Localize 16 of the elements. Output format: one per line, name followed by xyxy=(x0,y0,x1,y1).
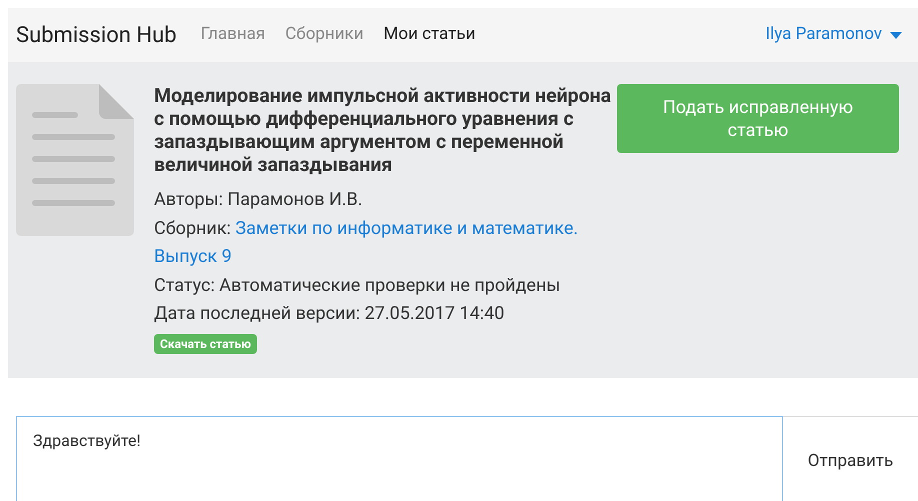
message-field[interactable]: Здравствуйте! xyxy=(16,416,783,501)
authors-text: Авторы: Парамонов И.В. xyxy=(154,188,364,212)
send-button[interactable]: Отправить xyxy=(783,416,918,501)
nav-link[interactable]: Сборники xyxy=(285,22,364,48)
download-button[interactable]: Скачать статью xyxy=(154,334,257,354)
user-menu[interactable]: Ilya Paramonov xyxy=(766,22,902,48)
collection-text: Сборник: Заметки по информатике и математике. Выпуск 9 xyxy=(154,216,580,269)
resubmit-button[interactable]: Подать исправленную статью xyxy=(617,84,899,153)
caret-icon xyxy=(890,32,902,38)
status-text: Статус: Автоматические проверки не пройдены xyxy=(154,274,562,298)
nav-link[interactable]: Главная xyxy=(200,22,266,48)
date-text: Дата последней версии: 27.05.2017 14:40 xyxy=(154,302,506,326)
nav-link[interactable]: Мои статьи xyxy=(384,22,476,48)
brand[interactable]: Submission Hub xyxy=(16,18,177,52)
article-title: Моделирование импульсной активности нейрона с помощью дифференциального уравнения с запаздывающим аргументом с переменной величиной запаздывания xyxy=(154,84,612,176)
document-icon xyxy=(16,84,134,236)
